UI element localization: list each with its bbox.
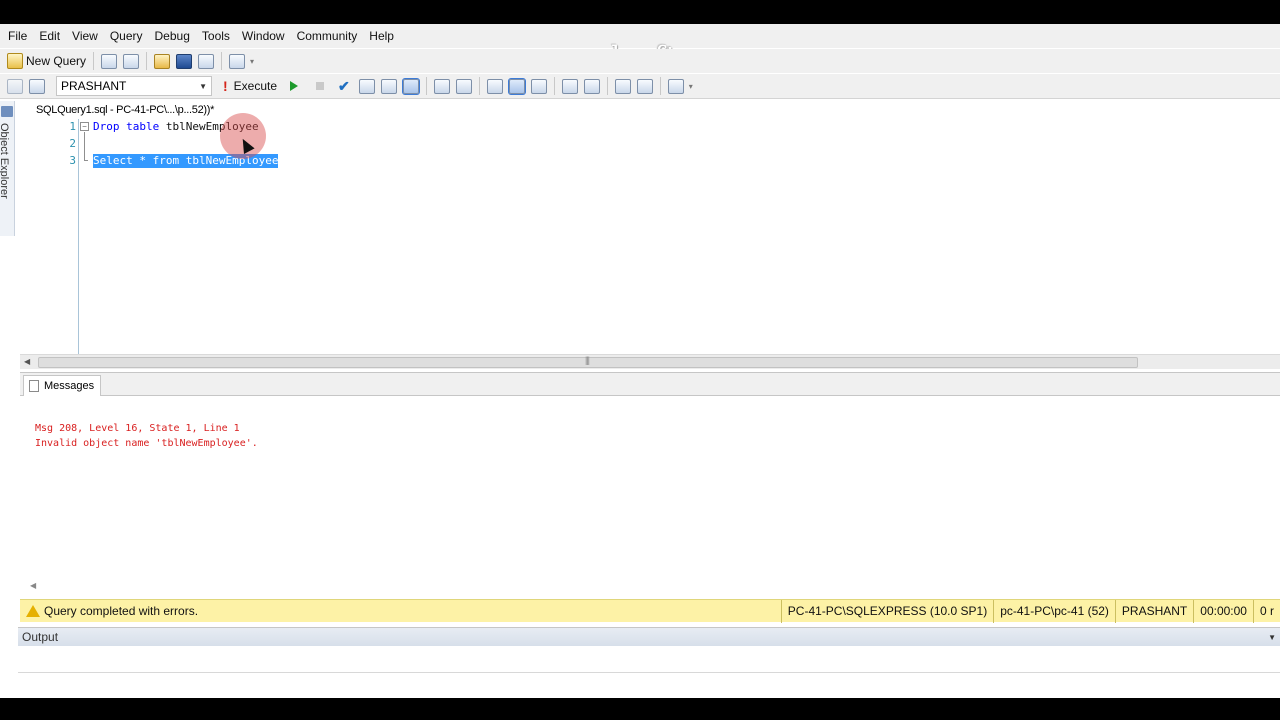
output-title: Output xyxy=(22,630,59,644)
object-explorer-label: Object Explorer xyxy=(0,123,10,199)
execute-button[interactable]: ! Execute xyxy=(220,76,280,96)
toolbar-separator xyxy=(93,52,95,70)
execute-label: Execute xyxy=(233,79,278,93)
menu-view[interactable]: View xyxy=(66,24,104,48)
chevron-down-icon[interactable]: ▼ xyxy=(1268,633,1276,642)
fold-guide xyxy=(84,132,85,161)
toolbar-overflow-icon[interactable]: ▾ xyxy=(689,82,693,91)
status-database: PRASHANT xyxy=(1114,599,1193,623)
menu-window[interactable]: Window xyxy=(236,24,291,48)
query-editor[interactable]: 1 2 3 − Drop table tblNewEmployee Select… xyxy=(20,119,1280,369)
status-text: Query completed with errors. xyxy=(44,604,199,618)
client-statistics-icon[interactable] xyxy=(455,78,472,94)
ssms-window: File Edit View Query Debug Tools Window … xyxy=(0,24,1280,698)
results-to-file-icon[interactable] xyxy=(401,77,420,95)
chevron-down-icon: ▼ xyxy=(199,81,207,91)
status-rows: 0 r xyxy=(1252,599,1280,623)
toolbar-separator xyxy=(221,52,223,70)
query-designer-icon[interactable] xyxy=(380,78,397,94)
tab-sqlquery1[interactable]: SQLQuery1.sql - PC-41-PC\...\p...52))* xyxy=(28,102,222,119)
warning-icon xyxy=(26,605,40,617)
results-pane: Messages Msg 208, Level 16, State 1, Lin… xyxy=(20,372,1280,597)
object-explorer-icon xyxy=(1,106,13,117)
menu-community[interactable]: Community xyxy=(291,24,364,48)
debug-play-icon[interactable] xyxy=(290,81,299,91)
menu-file[interactable]: File xyxy=(2,24,33,48)
open-file-icon[interactable] xyxy=(154,53,171,69)
results-to-file-2-icon[interactable] xyxy=(530,78,547,94)
new-query-label: New Query xyxy=(26,54,87,68)
keyword: from xyxy=(152,154,180,167)
cancel-query-icon[interactable] xyxy=(316,82,325,90)
collapse-icon[interactable]: − xyxy=(80,122,89,131)
output-pane: Output ▼ xyxy=(18,627,1280,698)
print-icon[interactable] xyxy=(198,53,215,69)
tab-messages[interactable]: Messages xyxy=(23,375,102,396)
error-message-line: Invalid object name 'tblNewEmployee'. xyxy=(35,438,258,449)
scroll-left-icon[interactable]: ◀ xyxy=(30,581,36,590)
new-query-icon xyxy=(7,53,23,69)
menu-tools[interactable]: Tools xyxy=(196,24,236,48)
toolbar-separator xyxy=(553,77,555,95)
gutter-divider xyxy=(78,119,79,355)
status-login: pc-41-PC\pc-41 (52) xyxy=(993,599,1115,623)
execute-icon: ! xyxy=(223,78,228,94)
specify-template-values-icon[interactable] xyxy=(667,78,684,94)
menu-query[interactable]: Query xyxy=(104,24,149,48)
status-server: PC-41-PC\SQLEXPRESS (10.0 SP1) xyxy=(780,599,993,623)
toolbar-overflow-icon[interactable]: ▾ xyxy=(250,57,254,66)
editor-horizontal-scrollbar[interactable]: ◀ ||| xyxy=(20,354,1280,369)
connect-icon[interactable] xyxy=(7,78,23,94)
new-query-button[interactable]: New Query xyxy=(4,51,89,71)
keyword: Select xyxy=(93,154,133,167)
analysis-query-icon[interactable] xyxy=(123,53,140,69)
results-to-text-icon[interactable] xyxy=(486,78,503,94)
keyword: table xyxy=(126,120,160,133)
toolbar-separator xyxy=(659,77,661,95)
menu-debug[interactable]: Debug xyxy=(149,24,196,48)
display-estimated-plan-icon[interactable] xyxy=(358,78,375,94)
menu-edit[interactable]: Edit xyxy=(33,24,66,48)
scrollbar-grip-icon: ||| xyxy=(585,355,590,365)
line-number: 3 xyxy=(69,154,76,167)
uncomment-lines-icon[interactable] xyxy=(583,78,600,94)
save-icon[interactable] xyxy=(176,53,193,69)
query-status-bar: Query completed with errors. PC-41-PC\SQ… xyxy=(20,599,1280,623)
status-info: PC-41-PC\SQLEXPRESS (10.0 SP1) pc-41-PC\… xyxy=(780,599,1280,623)
results-tab-strip: Messages xyxy=(20,373,1280,396)
messages-icon xyxy=(29,380,39,392)
toolbar-separator xyxy=(478,77,480,95)
object-explorer-collapsed[interactable]: Object Explorer xyxy=(0,101,15,236)
toolbar-separator xyxy=(606,77,608,95)
output-header[interactable]: Output ▼ xyxy=(18,628,1280,646)
parse-check-icon[interactable]: ✔ xyxy=(338,78,350,95)
fold-guide-end xyxy=(84,160,88,161)
comment-lines-icon[interactable] xyxy=(561,78,578,94)
database-engine-query-icon[interactable] xyxy=(101,53,118,69)
toolbar-separator xyxy=(425,77,427,95)
scroll-left-icon[interactable]: ◀ xyxy=(24,357,30,366)
sql-editor-toolbar: PRASHANT ▼ ! Execute ✔ ▾ xyxy=(0,74,1280,99)
increase-indent-icon[interactable] xyxy=(636,78,653,94)
results-to-grid-icon[interactable] xyxy=(507,77,526,95)
error-message-line: Msg 208, Level 16, State 1, Line 1 xyxy=(35,423,240,434)
available-databases-combo[interactable]: PRASHANT ▼ xyxy=(56,76,212,96)
line-number: 1 xyxy=(69,120,76,133)
activity-monitor-icon[interactable] xyxy=(229,53,246,69)
messages-tab-label: Messages xyxy=(44,380,95,392)
toolbar-separator xyxy=(146,52,148,70)
include-plan-icon[interactable] xyxy=(433,78,450,94)
keyword: Drop xyxy=(93,120,120,133)
standard-toolbar: New Query ▾ xyxy=(0,49,1280,73)
status-elapsed: 00:00:00 xyxy=(1193,599,1253,623)
database-name: PRASHANT xyxy=(61,79,127,93)
output-content[interactable] xyxy=(18,647,1280,673)
decrease-indent-icon[interactable] xyxy=(614,78,631,94)
operator: * xyxy=(139,154,146,167)
change-connection-icon[interactable] xyxy=(29,78,45,94)
menu-help[interactable]: Help xyxy=(363,24,400,48)
line-number: 2 xyxy=(69,137,76,150)
line-number-gutter: 1 2 3 xyxy=(20,119,79,369)
